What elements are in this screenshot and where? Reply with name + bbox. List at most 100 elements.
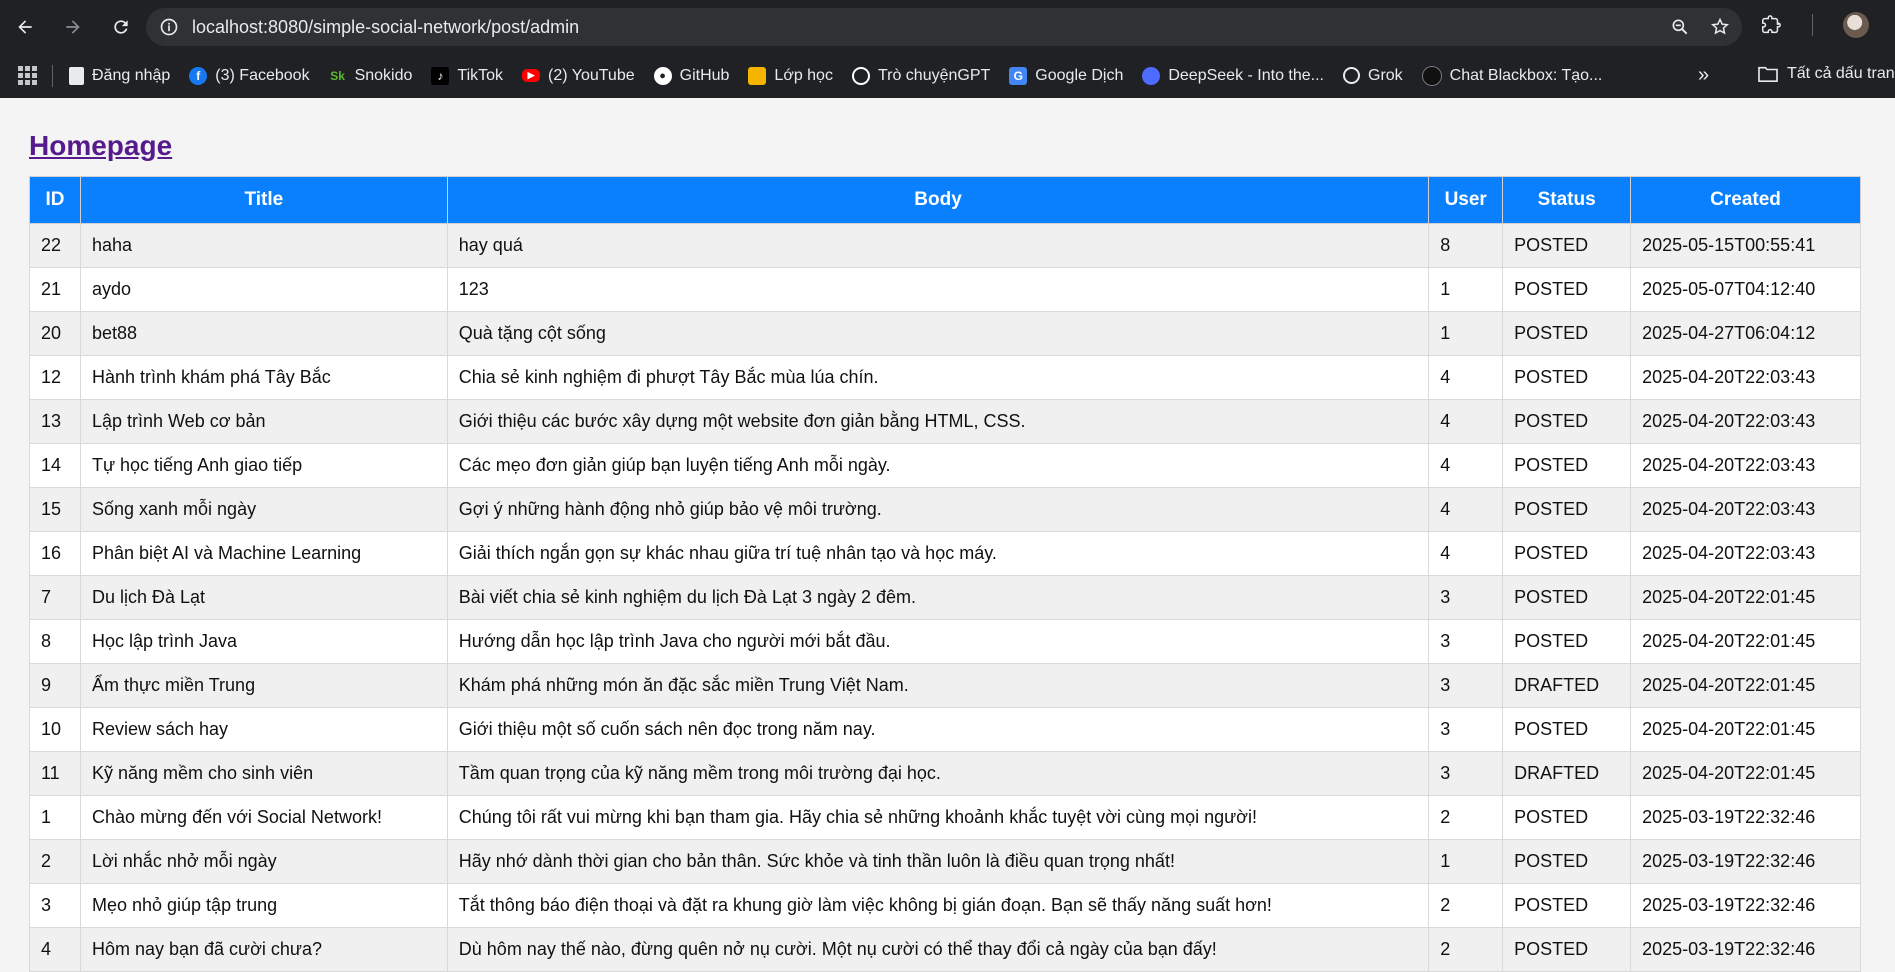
table-row[interactable]: 11 Kỹ năng mềm cho sinh viên Tầm quan trọn… — [29, 751, 1861, 796]
table-row[interactable]: 8 Học lập trình Java Hướng dẫn học lập trì… — [29, 619, 1861, 664]
more-bookmarks-button[interactable]: » — [1698, 64, 1709, 87]
cell-body: hay quá — [446, 223, 1430, 268]
site-info-icon[interactable] — [158, 16, 180, 38]
table-row[interactable]: 21 aydo 123 1 POSTED 2025-05-07T04:12:40 — [29, 267, 1861, 312]
cell-id: 14 — [29, 443, 81, 488]
bookmark-star-icon[interactable] — [1710, 17, 1730, 37]
bookmark-item[interactable]: ● GitHub — [653, 66, 729, 85]
zoom-icon[interactable] — [1670, 17, 1690, 37]
table-row[interactable]: 14 Tự học tiếng Anh giao tiếp Các mẹo đơn … — [29, 443, 1861, 488]
url-text[interactable]: localhost:8080/simple-social-network/pos… — [192, 17, 579, 38]
reload-button[interactable] — [106, 12, 136, 42]
bookmark-item[interactable]: Trò chuyệnGPT — [851, 66, 990, 85]
table-row[interactable]: 15 Sống xanh mỗi ngày Gợi ý những hành độn… — [29, 487, 1861, 532]
cell-user: 4 — [1428, 355, 1504, 400]
column-header-user: User — [1428, 176, 1504, 224]
cell-title: Review sách hay — [79, 707, 448, 752]
bookmark-item[interactable]: ▶ (2) YouTube — [522, 67, 635, 85]
tiktok-icon: ♪ — [431, 66, 450, 85]
cell-created: 2025-05-07T04:12:40 — [1630, 267, 1861, 312]
cell-user: 2 — [1428, 927, 1504, 972]
table-row[interactable]: 1 Chào mừng đến với Social Network! Chúng … — [29, 795, 1861, 840]
table-row[interactable]: 7 Du lịch Đà Lạt Bài viết chia sẻ kinh ngh… — [29, 575, 1861, 620]
table-row[interactable]: 22 haha hay quá 8 POSTED 2025-05-15T00:55:41 — [29, 223, 1861, 268]
cell-status: DRAFTED — [1502, 751, 1632, 796]
bookmark-label: Snokido — [354, 66, 413, 84]
bookmark-item[interactable]: Lớp học — [748, 66, 833, 85]
cell-created: 2025-04-20T22:03:43 — [1630, 487, 1861, 532]
back-button[interactable] — [10, 12, 40, 42]
cell-status: POSTED — [1502, 487, 1632, 532]
cell-created: 2025-03-19T22:32:46 — [1630, 795, 1861, 840]
cell-body: Hãy nhớ dành thời gian cho bản thân. Sức… — [446, 839, 1430, 884]
bookmark-label: (2) YouTube — [548, 66, 635, 84]
cell-body: Bài viết chia sẻ kinh nghiệm du lịch Đà … — [446, 575, 1430, 620]
bookmark-label: Google Dịch — [1035, 66, 1124, 84]
cell-status: POSTED — [1502, 707, 1632, 752]
table-row[interactable]: 10 Review sách hay Giới thiệu một số cuốn … — [29, 707, 1861, 752]
cell-user: 3 — [1428, 575, 1504, 620]
cell-user: 3 — [1428, 751, 1504, 796]
bookmark-item[interactable]: DeepSeek - Into the... — [1142, 66, 1324, 85]
bookmark-item[interactable]: Chat Blackbox: Tạo... — [1421, 65, 1602, 86]
browser-toolbar: localhost:8080/simple-social-network/pos… — [0, 0, 1895, 53]
table-row[interactable]: 12 Hành trình khám phá Tây Bắc Chia sẻ kin… — [29, 355, 1861, 400]
cell-body: Chia sẻ kinh nghiệm đi phượt Tây Bắc mùa… — [446, 355, 1430, 400]
bookmark-label: Grok — [1368, 66, 1403, 84]
bookmarks-bar: Đăng nhập f (3) Facebook Sk Snokido ♪ TikTo… — [0, 53, 1895, 98]
bookmark-item[interactable]: Grok — [1343, 67, 1403, 85]
cell-created: 2025-04-20T22:01:45 — [1630, 575, 1861, 620]
cell-status: POSTED — [1502, 883, 1632, 928]
forward-button[interactable] — [58, 12, 88, 42]
cell-created: 2025-03-19T22:32:46 — [1630, 927, 1861, 972]
all-bookmarks-folder[interactable]: Tất cả dấu trang — [1757, 65, 1895, 83]
table-row[interactable]: 3 Mẹo nhỏ giúp tập trung Tắt thông báo điệ… — [29, 883, 1861, 928]
cell-title: haha — [79, 223, 448, 268]
cell-user: 1 — [1428, 311, 1504, 356]
column-header-created: Created — [1630, 176, 1861, 224]
cell-id: 16 — [29, 531, 81, 576]
cell-body: Dù hôm nay thế nào, đừng quên nở nụ cười… — [446, 927, 1430, 972]
apps-grid-icon[interactable] — [18, 65, 38, 86]
cell-created: 2025-03-19T22:32:46 — [1630, 839, 1861, 884]
table-row[interactable]: 4 Hôm nay bạn đã cười chưa? Dù hôm nay thế… — [29, 927, 1861, 972]
address-bar[interactable]: localhost:8080/simple-social-network/pos… — [146, 8, 1742, 46]
homepage-link[interactable]: Homepage — [29, 130, 172, 162]
posts-table: ID Title Body User Status Created 22 haha hay q… — [29, 176, 1861, 972]
extensions-icon[interactable] — [1760, 14, 1782, 36]
all-bookmarks-label: Tất cả dấu trang — [1787, 65, 1895, 82]
bookmark-item[interactable]: ♪ TikTok — [431, 66, 504, 85]
column-header-status: Status — [1502, 176, 1632, 224]
cell-status: POSTED — [1502, 223, 1632, 268]
bookmark-item[interactable]: Sk Snokido — [329, 66, 413, 85]
table-row[interactable]: 16 Phân biệt AI và Machine Learning Giải t… — [29, 531, 1861, 576]
cell-status: POSTED — [1502, 531, 1632, 576]
folder-icon — [1758, 66, 1778, 83]
cell-user: 2 — [1428, 795, 1504, 840]
cell-status: POSTED — [1502, 443, 1632, 488]
bookmarks-divider — [52, 64, 53, 87]
facebook-icon: f — [189, 66, 208, 85]
cell-user: 1 — [1428, 839, 1504, 884]
bookmark-label: Đăng nhập — [92, 66, 171, 84]
table-row[interactable]: 13 Lập trình Web cơ bản Giới thiệu các bướ… — [29, 399, 1861, 444]
cell-user: 4 — [1428, 399, 1504, 444]
bookmark-item[interactable]: Đăng nhập — [69, 66, 171, 85]
bookmark-label: (3) Facebook — [215, 66, 310, 84]
bookmark-item[interactable]: G Google Dịch — [1009, 66, 1124, 85]
cell-user: 4 — [1428, 443, 1504, 488]
bookmark-item[interactable]: f (3) Facebook — [189, 66, 310, 85]
table-row[interactable]: 2 Lời nhắc nhở mỗi ngày Hãy nhớ dành thời … — [29, 839, 1861, 884]
cell-id: 10 — [29, 707, 81, 752]
cell-id: 13 — [29, 399, 81, 444]
arrow-left-icon — [18, 19, 32, 34]
bookmark-label: TikTok — [457, 66, 504, 84]
table-row[interactable]: 9 Ẩm thực miền Trung Khám phá những món ăn… — [29, 663, 1861, 708]
table-row[interactable]: 20 bet88 Quà tặng cột sống 1 POSTED 2025-04-2… — [29, 311, 1861, 356]
grok-icon — [1343, 67, 1360, 84]
profile-avatar[interactable] — [1843, 12, 1869, 38]
cell-id: 20 — [29, 311, 81, 356]
cell-id: 2 — [29, 839, 81, 884]
cell-title: Kỹ năng mềm cho sinh viên — [79, 751, 448, 796]
cell-id: 15 — [29, 487, 81, 532]
